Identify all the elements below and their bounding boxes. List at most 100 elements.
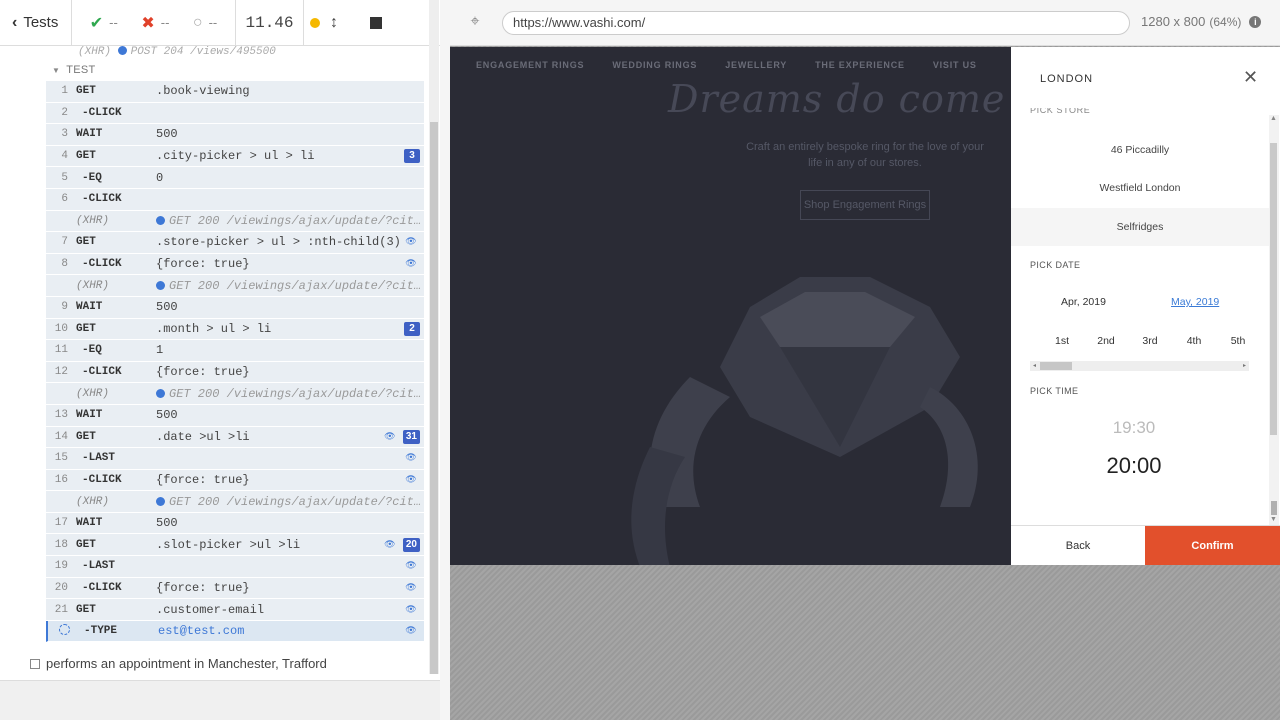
command-row[interactable]: 20 -CLICK {force: true} 👁: [46, 577, 424, 600]
month-option-selected[interactable]: May, 2019: [1171, 296, 1219, 308]
failed-stat: ✖ --: [141, 13, 169, 33]
panel-title: LONDON: [1040, 73, 1094, 85]
command-row[interactable]: 1 GET .book-viewing: [46, 81, 424, 103]
previous-command: (XHR) POST 204 /views/495500: [78, 46, 276, 58]
command-row[interactable]: 6 -CLICK: [46, 188, 424, 211]
day-option[interactable]: 3rd: [1128, 335, 1172, 347]
close-icon[interactable]: ✕: [1243, 67, 1258, 88]
command-row[interactable]: 16 -CLICK {force: true} 👁: [46, 469, 424, 492]
command-row[interactable]: 7 GET .store-picker > ul > :nth-child(3) 👁: [46, 232, 424, 254]
command-row[interactable]: 17 WAIT 500: [46, 512, 424, 535]
command-log: (XHR) POST 204 /views/495500 ▼ TEST 1 GET…: [0, 46, 440, 680]
visibility-icon: 👁: [405, 561, 417, 572]
xhr-log-row[interactable]: (XHR) GET 200 /viewings/ajax/update/?city…: [46, 210, 424, 233]
site-nav-item[interactable]: VISIT US: [933, 60, 977, 70]
visibility-icon: 👁: [405, 582, 417, 593]
viewport-info: 1280 x 800 (64%) i: [1141, 14, 1262, 29]
command-message: .date >ul >li: [156, 429, 250, 444]
suite-header[interactable]: ▼ TEST: [52, 64, 96, 76]
site-nav-item[interactable]: JEWELLERY: [725, 60, 787, 70]
reporter-scrollbar[interactable]: [429, 0, 439, 674]
scroll-up-icon[interactable]: ▲: [1270, 115, 1277, 122]
command-message: .month > ul > li: [156, 321, 272, 336]
command-name: WAIT: [76, 301, 103, 314]
panel-scroll-thumb-lower[interactable]: [1271, 501, 1277, 515]
day-option[interactable]: 2nd: [1084, 335, 1128, 347]
command-row[interactable]: 19 -LAST 👁: [46, 556, 424, 578]
visibility-icon: 👁: [405, 626, 417, 637]
command-row[interactable]: 11 -EQ 1: [46, 340, 424, 362]
command-row[interactable]: 3 WAIT 500: [46, 124, 424, 146]
month-option[interactable]: Apr, 2019: [1061, 296, 1106, 308]
command-row[interactable]: 21 GET .customer-email 👁: [46, 599, 424, 621]
tests-button[interactable]: ‹ Tests: [0, 0, 72, 45]
xhr-log-row[interactable]: (XHR) GET 200 /viewings/ajax/update/?city…: [46, 275, 424, 297]
command-name: -EQ: [82, 171, 102, 184]
command-name: -CLICK: [82, 106, 122, 119]
day-option[interactable]: 1st: [1040, 335, 1084, 347]
command-message: .slot-picker >ul >li: [156, 537, 301, 552]
xhr-status-dot-icon: [156, 280, 165, 290]
pick-store-label: PICK STORE: [1030, 108, 1091, 115]
command-row[interactable]: 13 WAIT 500: [46, 404, 424, 427]
store-option[interactable]: Westfield London: [1011, 169, 1269, 207]
next-test[interactable]: performs an appointment in Manchester, T…: [30, 656, 327, 671]
command-row[interactable]: 14 GET .date >ul >li 👁 31: [46, 426, 424, 449]
reporter-scroll-thumb[interactable]: [430, 122, 438, 674]
passed-count: --: [109, 15, 118, 30]
command-number: 11: [54, 344, 68, 357]
panel-scroll-thumb[interactable]: [1270, 143, 1277, 435]
command-number: 12: [54, 366, 68, 379]
visibility-icon: 👁: [405, 237, 417, 248]
command-row[interactable]: 4 GET .city-picker > ul > li 3: [46, 145, 424, 168]
panel-scrollbar[interactable]: ▲ ▼: [1269, 115, 1279, 525]
xhr-message: GET 200 /viewings/ajax/update/?city=…: [169, 213, 424, 228]
day-option[interactable]: 5th: [1216, 335, 1260, 347]
store-option[interactable]: 46 Piccadilly: [1011, 131, 1269, 169]
command-message: .city-picker > ul > li: [156, 149, 315, 164]
ring-image: [631, 277, 978, 565]
back-button[interactable]: Back: [1011, 526, 1145, 565]
auto-scroll-icon[interactable]: ↕: [330, 14, 338, 32]
booking-panel: LONDON ✕ PICK STORE 46 Piccadilly Westfi…: [1011, 47, 1280, 565]
command-row[interactable]: 2 -CLICK: [46, 102, 424, 125]
check-icon: ✔: [89, 14, 104, 32]
command-number: 19: [54, 560, 68, 573]
xhr-log-row[interactable]: (XHR) GET 200 /viewings/ajax/update/?city…: [46, 491, 424, 513]
command-number: 17: [54, 517, 68, 530]
selector-playground-icon[interactable]: ⌖: [466, 13, 484, 31]
visibility-icon: 👁: [384, 431, 396, 442]
xhr-log-row[interactable]: (XHR) GET 200 /viewings/ajax/update/?city…: [46, 383, 424, 405]
time-option-selected[interactable]: 20:00: [1011, 453, 1257, 479]
command-message: {force: true}: [156, 257, 250, 272]
command-row[interactable]: 9 WAIT 500: [46, 296, 424, 319]
command-row[interactable]: 5 -EQ 0: [46, 167, 424, 189]
store-option-selected[interactable]: Selfridges: [1011, 208, 1269, 246]
command-row[interactable]: 15 -LAST 👁: [46, 448, 424, 470]
scroll-left-icon[interactable]: ◂: [1033, 361, 1036, 371]
command-row[interactable]: 10 GET .month > ul > li 2: [46, 318, 424, 341]
command-row[interactable]: 18 GET .slot-picker >ul >li 👁 20: [46, 534, 424, 557]
command-name: -CLICK: [82, 366, 122, 379]
command-name: (XHR): [76, 387, 110, 400]
site-nav-item[interactable]: THE EXPERIENCE: [815, 60, 905, 70]
command-row[interactable]: -TYPE est@test.com 👁: [46, 620, 424, 643]
xhr-message: GET 200 /viewings/ajax/update/?city=…: [169, 386, 424, 401]
day-scroll-thumb[interactable]: [1040, 362, 1072, 370]
site-nav-item[interactable]: WEDDING RINGS: [612, 60, 697, 70]
site-nav-item[interactable]: ENGAGEMENT RINGS: [476, 60, 584, 70]
info-icon[interactable]: i: [1249, 15, 1262, 28]
command-row[interactable]: 12 -CLICK {force: true}: [46, 361, 424, 384]
scroll-down-icon[interactable]: ▼: [1270, 516, 1277, 523]
stop-icon[interactable]: [370, 16, 382, 29]
circle-icon: ○: [192, 13, 203, 31]
cross-icon: ✖: [141, 14, 155, 32]
confirm-button[interactable]: Confirm: [1145, 526, 1280, 565]
url-bar[interactable]: https://www.vashi.com/: [502, 11, 1130, 35]
command-row[interactable]: 8 -CLICK {force: true} 👁: [46, 253, 424, 276]
scroll-right-icon[interactable]: ▸: [1243, 361, 1246, 371]
shop-button[interactable]: Shop Engagement Rings: [800, 190, 930, 220]
day-scrollbar[interactable]: ◂ ▸: [1030, 361, 1249, 371]
time-option[interactable]: 19:30: [1011, 418, 1257, 438]
day-option[interactable]: 4th: [1172, 335, 1216, 347]
